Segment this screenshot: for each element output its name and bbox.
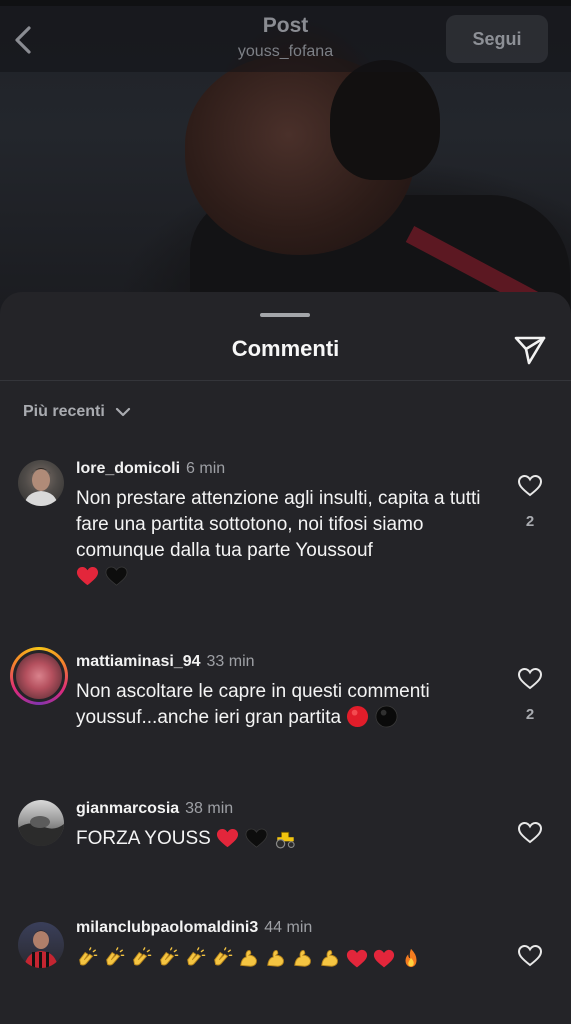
- comment-time: 33 min: [206, 653, 255, 670]
- red-heart-emoji-icon: [346, 949, 368, 971]
- avatar[interactable]: [18, 460, 64, 506]
- black-circle-emoji-icon: [375, 705, 398, 728]
- comment-meta: lore_domicoli 6 min: [76, 460, 225, 478]
- comment-text: [76, 946, 506, 972]
- like-button[interactable]: [516, 666, 544, 692]
- heart-icon: [517, 474, 543, 497]
- comment-emojis: [76, 566, 134, 587]
- red-heart-emoji-icon: [76, 566, 99, 589]
- comment-meta: milanclubpaolomaldini3 44 min: [76, 919, 312, 937]
- comment-emojis: [76, 947, 427, 971]
- comment-emojis: [346, 705, 404, 728]
- comment-username[interactable]: mattiaminasi_94: [76, 653, 201, 670]
- avatar-story-ring[interactable]: [10, 647, 68, 705]
- heart-icon: [517, 667, 543, 690]
- comment-meta: mattiaminasi_94 33 min: [76, 653, 255, 671]
- black-heart-emoji-icon: [105, 566, 128, 589]
- avatar-portrait: [24, 930, 58, 968]
- like-button[interactable]: [516, 473, 544, 499]
- like-button[interactable]: [516, 943, 544, 969]
- drag-handle[interactable]: [260, 313, 310, 317]
- heart-icon: [517, 944, 543, 967]
- avatar[interactable]: [18, 922, 64, 968]
- sort-selector[interactable]: Più recenti: [23, 400, 131, 424]
- comment-meta: gianmarcosia 38 min: [76, 800, 233, 818]
- clapping-hands-emoji-icon: [103, 947, 125, 969]
- header-divider: [0, 380, 571, 381]
- top-bar: Post youss_fofana Segui: [0, 0, 571, 72]
- flexed-biceps-emoji-icon: [238, 947, 260, 969]
- follow-button[interactable]: Segui: [446, 15, 548, 63]
- avatar[interactable]: [18, 800, 64, 846]
- comment-username[interactable]: lore_domicoli: [76, 460, 180, 477]
- share-button[interactable]: [510, 332, 550, 368]
- flexed-biceps-emoji-icon: [265, 947, 287, 969]
- red-heart-emoji-icon: [216, 828, 239, 851]
- clapping-hands-emoji-icon: [211, 947, 233, 969]
- avatar: [16, 653, 62, 699]
- clapping-hands-emoji-icon: [157, 947, 179, 969]
- flexed-biceps-emoji-icon: [319, 947, 341, 969]
- paper-plane-icon: [514, 336, 546, 365]
- red-circle-emoji-icon: [346, 705, 369, 728]
- tractor-emoji-icon: [274, 829, 297, 852]
- chevron-down-icon: [115, 407, 130, 417]
- comment-text: FORZA YOUSS: [76, 826, 496, 852]
- sort-label: Più recenti: [23, 403, 105, 420]
- comment-username[interactable]: gianmarcosia: [76, 800, 179, 817]
- clapping-hands-emoji-icon: [76, 947, 98, 969]
- like-count: 2: [525, 706, 535, 723]
- heart-icon: [517, 821, 543, 844]
- like-button[interactable]: [516, 820, 544, 846]
- comments-title: Commenti: [231, 336, 340, 361]
- comment-emojis: [216, 828, 303, 849]
- red-heart-emoji-icon: [373, 949, 395, 971]
- flexed-biceps-emoji-icon: [292, 947, 314, 969]
- comment-text: Non prestare attenzione agli insulti, ca…: [76, 486, 496, 590]
- status-bar: [0, 0, 571, 6]
- avatar-photo: [18, 816, 64, 846]
- comment-body: FORZA YOUSS: [76, 828, 211, 849]
- comment-time: 6 min: [186, 460, 226, 477]
- fire-emoji-icon: [400, 947, 422, 969]
- clapping-hands-emoji-icon: [184, 947, 206, 969]
- comment-text: Non ascoltare le capre in questi comment…: [76, 679, 496, 731]
- like-count: 2: [525, 513, 535, 530]
- clapping-hands-emoji-icon: [130, 947, 152, 969]
- avatar-portrait: [24, 468, 58, 506]
- comment-time: 38 min: [185, 800, 234, 817]
- comment-body: Non prestare attenzione agli insulti, ca…: [76, 488, 481, 561]
- comment-username[interactable]: milanclubpaolomaldini3: [76, 919, 258, 936]
- post-image-hair: [330, 60, 440, 180]
- comment-time: 44 min: [264, 919, 313, 936]
- black-heart-emoji-icon: [245, 828, 268, 851]
- comments-sheet: Commenti Più recenti lore_domicoli 6 min …: [0, 292, 571, 1024]
